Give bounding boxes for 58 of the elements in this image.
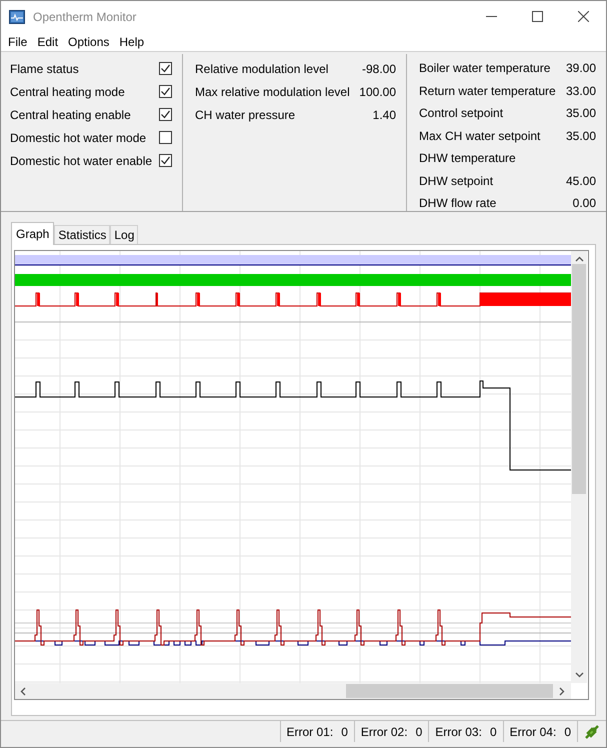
- checkbox[interactable]: [159, 154, 172, 167]
- error-count: 0: [490, 724, 497, 740]
- reading-value: 35.00: [566, 105, 596, 122]
- flag-label: Central heating enable: [10, 106, 131, 124]
- tab[interactable]: Graph: [11, 222, 54, 245]
- reading-label: CH water pressure: [195, 106, 296, 124]
- scroll-up-icon: [574, 256, 584, 262]
- reading-value: 45.00: [566, 172, 596, 190]
- tab[interactable]: Statistics: [54, 225, 110, 244]
- menu-item[interactable]: Help: [114, 32, 150, 50]
- reading-label: Control setpoint: [419, 105, 504, 122]
- reading-value: -98.00: [362, 60, 396, 78]
- maximize-icon: [532, 11, 542, 22]
- reading-label: Max relative modulation level: [195, 84, 350, 100]
- flag-label: Domestic hot water enable: [10, 152, 152, 170]
- scroll-right-icon: [559, 686, 565, 696]
- flag-label: Flame status: [10, 60, 79, 78]
- checkbox[interactable]: [159, 131, 172, 144]
- plug-icon: [584, 724, 600, 740]
- scrollbar-thumb[interactable]: [346, 684, 553, 698]
- vertical-scrollbar[interactable]: [571, 251, 587, 683]
- minimize-icon: [486, 16, 496, 17]
- reading-value: 39.00: [566, 60, 596, 78]
- reading-value: 35.00: [566, 128, 596, 145]
- tab[interactable]: Log: [110, 225, 138, 244]
- scroll-left-icon: [20, 686, 26, 696]
- scrollbar-thumb[interactable]: [572, 264, 586, 494]
- error-label: Error 02:: [360, 724, 408, 740]
- error-label: Error 03:: [435, 724, 482, 740]
- menu-item[interactable]: Edit: [32, 32, 64, 50]
- flag-label: Central heating mode: [10, 84, 125, 100]
- reading-label: Boiler water temperature: [419, 60, 550, 78]
- menu-item[interactable]: Options: [63, 32, 114, 50]
- reading-value: 100.00: [359, 84, 396, 100]
- scroll-down-icon: [574, 672, 584, 678]
- reading-label: Max CH water setpoint: [419, 128, 540, 145]
- error-count: 0: [341, 724, 348, 740]
- error-label: Error 04:: [510, 724, 556, 740]
- error-label: Error 01:: [286, 724, 334, 740]
- window-title: Opentherm Monitor: [33, 8, 136, 26]
- error-count: 0: [416, 724, 422, 740]
- reading-label: DHW temperature: [419, 150, 516, 168]
- reading-value: 0.00: [572, 195, 596, 212]
- flag-label: Domestic hot water mode: [10, 130, 146, 146]
- menu-item[interactable]: File: [3, 32, 32, 50]
- reading-label: DHW setpoint: [419, 172, 494, 190]
- error-count: 0: [564, 724, 571, 740]
- reading-value: 1.40: [372, 106, 396, 124]
- reading-label: Relative modulation level: [195, 60, 328, 78]
- horizontal-scrollbar[interactable]: [15, 683, 571, 699]
- reading-label: DHW flow rate: [419, 195, 496, 212]
- reading-value: 33.00: [566, 82, 596, 100]
- reading-label: Return water temperature: [419, 82, 556, 100]
- checkbox[interactable]: [159, 85, 172, 98]
- app-icon: [9, 10, 25, 24]
- checkbox[interactable]: [159, 62, 172, 75]
- close-icon: [578, 11, 588, 22]
- checkbox[interactable]: [159, 108, 172, 121]
